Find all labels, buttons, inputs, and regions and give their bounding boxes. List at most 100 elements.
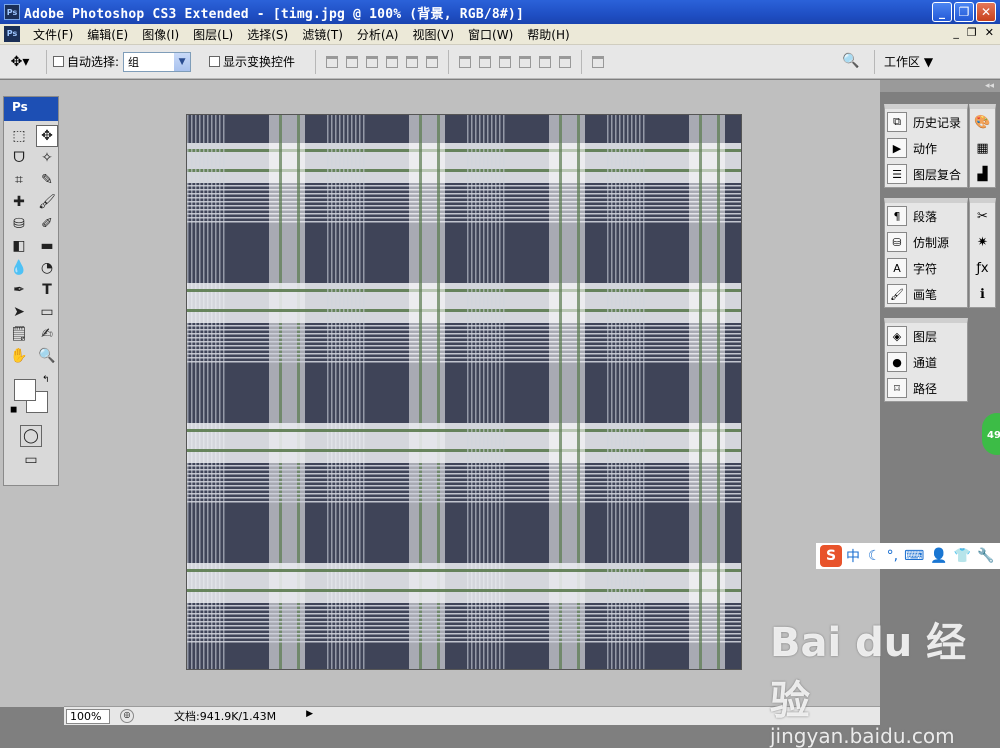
doc-restore-button[interactable]: ❐ [967, 26, 977, 39]
ime-mode-label[interactable]: 中 [846, 546, 860, 566]
gradient-tool-icon[interactable]: ▬ [36, 235, 58, 257]
swatches-panel-icon[interactable]: ▦ [970, 135, 995, 161]
hand-tool-icon[interactable]: ✋ [8, 345, 30, 367]
user-icon[interactable]: 👤 [930, 548, 947, 564]
punctuation-icon[interactable]: °, [887, 548, 898, 564]
menu-analysis[interactable]: 分析(A) [350, 26, 406, 43]
screen-mode-icon[interactable]: ▭ [20, 449, 42, 471]
shape-tool-icon[interactable]: ▭ [36, 301, 58, 323]
status-info-icon[interactable]: ◎ [120, 709, 134, 723]
doc-close-button[interactable]: ✕ [985, 26, 994, 39]
align-bottom-icon[interactable] [366, 55, 379, 68]
marquee-tool-icon[interactable]: ⬚ [8, 125, 30, 147]
panel-character[interactable]: A 字符 [885, 255, 967, 281]
document-icon[interactable]: Ps [4, 26, 20, 42]
zoom-tool-icon[interactable]: 🔍 [36, 345, 58, 367]
keyboard-icon[interactable]: ⌨ [904, 548, 924, 564]
app-icon[interactable]: Ps [4, 4, 20, 20]
lasso-tool-icon[interactable]: ᗜ [8, 147, 30, 169]
status-menu-arrow-icon[interactable]: ▶ [306, 709, 318, 723]
distribute-hcenter-icon[interactable] [539, 55, 552, 68]
menu-help[interactable]: 帮助(H) [520, 26, 576, 43]
dodge-tool-icon[interactable]: ◔ [36, 257, 58, 279]
panel-channels[interactable]: ● 通道 [885, 349, 967, 375]
distribute-right-icon[interactable] [559, 55, 572, 68]
auto-select-checkbox[interactable] [53, 56, 64, 67]
info-panel-icon[interactable]: ℹ [970, 281, 995, 307]
histogram-panel-icon[interactable]: ▟ [970, 161, 995, 187]
chevron-down-icon[interactable]: ▼ [174, 52, 191, 71]
tool-presets-icon[interactable]: ✂ [970, 203, 995, 229]
show-transform-checkbox[interactable] [209, 56, 221, 67]
navigator-icon[interactable]: ✷ [970, 229, 995, 255]
default-colors-icon[interactable]: ◼ [10, 405, 17, 415]
type-tool-icon[interactable]: T [36, 279, 58, 301]
sogou-icon[interactable]: S [820, 545, 842, 567]
minimize-button[interactable]: _ [932, 2, 952, 22]
brush-tool-icon[interactable]: 🖌 [36, 191, 58, 213]
eyedropper-icon[interactable]: ✍ [36, 323, 58, 345]
skin-icon[interactable]: 👕 [954, 548, 971, 564]
distribute-vcenter-icon[interactable] [479, 55, 492, 68]
move-tool-icon[interactable]: ✥▾ [0, 54, 40, 70]
distribute-bottom-icon[interactable] [499, 55, 512, 68]
menu-file[interactable]: 文件(F) [26, 26, 80, 43]
menu-layer[interactable]: 图层(L) [186, 26, 240, 43]
auto-align-icon[interactable] [592, 55, 605, 68]
quick-mask-icon[interactable]: ◯ [20, 425, 42, 447]
swap-colors-icon[interactable]: ↰ [42, 375, 50, 385]
panel-paragraph[interactable]: ¶ 段落 [885, 203, 967, 229]
healing-brush-icon[interactable]: ✚ [8, 191, 30, 213]
distribute-left-icon[interactable] [519, 55, 532, 68]
menu-window[interactable]: 窗口(W) [461, 26, 520, 43]
magic-wand-icon[interactable]: ✧ [36, 147, 58, 169]
menu-filter[interactable]: 滤镜(T) [295, 26, 350, 43]
panel-layers[interactable]: ◈ 图层 [885, 323, 967, 349]
panel-layer-comps[interactable]: ☰ 图层复合 [885, 161, 967, 187]
panel-history[interactable]: ⧉ 历史记录 [885, 109, 967, 135]
eraser-tool-icon[interactable]: ◧ [8, 235, 30, 257]
title-bar: Ps Adobe Photoshop CS3 Extended - [timg.… [0, 0, 1000, 24]
panel-clone-source[interactable]: ⛁ 仿制源 [885, 229, 967, 255]
doc-minimize-button[interactable]: _ [953, 26, 959, 39]
foreground-color[interactable] [14, 379, 36, 401]
blur-tool-icon[interactable]: 💧 [8, 257, 30, 279]
notes-tool-icon[interactable]: 🗒 [8, 323, 30, 345]
wrench-icon[interactable]: 🔧 [977, 548, 994, 564]
close-button[interactable]: ✕ [976, 2, 996, 22]
panel-brushes[interactable]: 🖌 画笔 [885, 281, 967, 307]
align-right-icon[interactable] [426, 55, 439, 68]
crop-tool-icon[interactable]: ⌗ [8, 169, 30, 191]
path-select-icon[interactable]: ➤ [8, 301, 30, 323]
history-icon: ⧉ [887, 112, 907, 132]
panel-actions[interactable]: ▶ 动作 [885, 135, 967, 161]
panel-paths[interactable]: ⌑ 路径 [885, 375, 967, 401]
move-tool-icon[interactable]: ✥ [36, 125, 58, 147]
slice-tool-icon[interactable]: ✎ [36, 169, 58, 191]
restore-button[interactable]: ❐ [954, 2, 974, 22]
auto-select-dropdown[interactable]: 组 ▼ [123, 51, 192, 72]
menu-select[interactable]: 选择(S) [240, 26, 295, 43]
align-top-icon[interactable] [326, 55, 339, 68]
align-hcenter-icon[interactable] [406, 55, 419, 68]
moon-icon[interactable]: ☾ [868, 548, 881, 564]
menu-image[interactable]: 图像(I) [135, 26, 186, 43]
distribute-top-icon[interactable] [459, 55, 472, 68]
menu-view[interactable]: 视图(V) [405, 26, 461, 43]
toolbox-header: Ps [4, 97, 58, 121]
clone-stamp-icon[interactable]: ⛁ [8, 213, 30, 235]
align-vcenter-icon[interactable] [346, 55, 359, 68]
workspace-menu[interactable]: 工作区 ▼ [884, 53, 933, 70]
document-canvas[interactable] [186, 114, 742, 670]
floating-badge[interactable]: 49 [982, 413, 1000, 455]
styles-icon[interactable]: ƒx [970, 255, 995, 281]
bridge-icon[interactable]: 🔍 [842, 53, 859, 69]
zoom-field[interactable]: 100% [66, 708, 110, 724]
history-brush-icon[interactable]: ✐ [36, 213, 58, 235]
auto-select-label: 自动选择: [67, 55, 120, 69]
pen-tool-icon[interactable]: ✒ [8, 279, 30, 301]
color-panel-icon[interactable]: 🎨 [970, 109, 995, 135]
menu-edit[interactable]: 编辑(E) [80, 26, 135, 43]
dock-collapse-icon[interactable]: ◂◂ [880, 80, 1000, 92]
align-left-icon[interactable] [386, 55, 399, 68]
